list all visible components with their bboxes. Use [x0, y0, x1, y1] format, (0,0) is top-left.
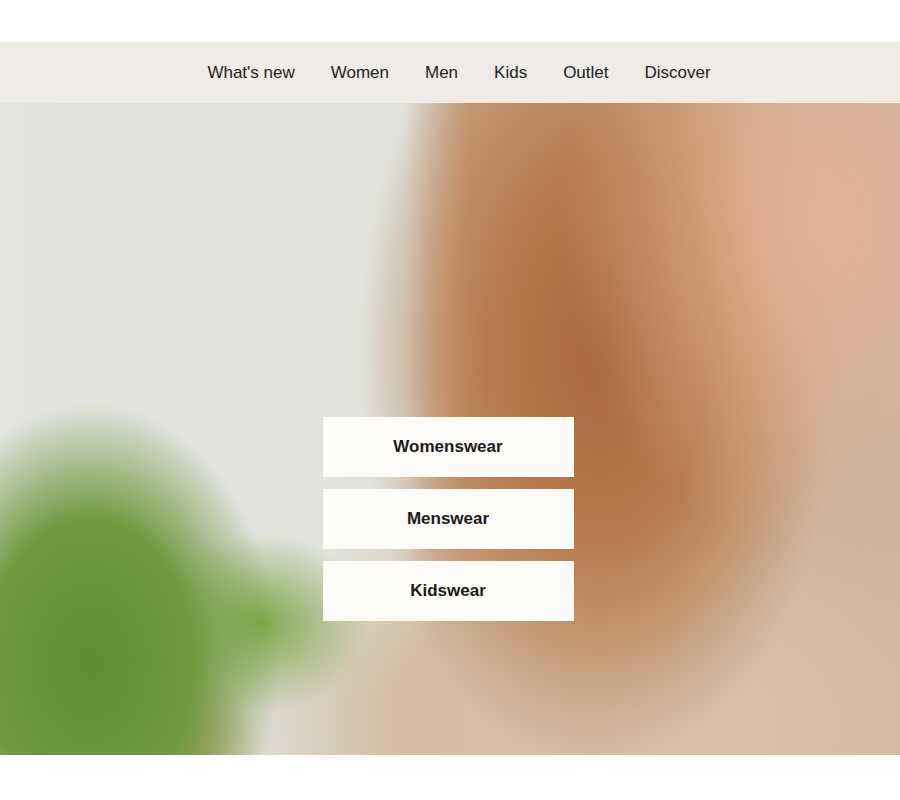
category-button[interactable]: Womenswear	[323, 417, 574, 477]
nav-item[interactable]: Discover	[645, 63, 711, 83]
category-button[interactable]: Kidswear	[323, 561, 574, 621]
hero-photo: Womenswear Menswear Kidswear	[0, 103, 900, 755]
page: What's new Women Men Kids Outlet Discover Wome…	[0, 0, 900, 800]
nav-item[interactable]: Women	[331, 63, 389, 83]
nav-item[interactable]: Men	[425, 63, 458, 83]
category-button[interactable]: Menswear	[323, 489, 574, 549]
nav-item[interactable]: What's new	[207, 63, 294, 83]
main-navigation: What's new Women Men Kids Outlet Discover	[0, 42, 900, 103]
bottom-strip	[0, 755, 900, 800]
nav-item[interactable]: Kids	[494, 63, 527, 83]
top-strip	[0, 0, 900, 42]
nav-item[interactable]: Outlet	[563, 63, 608, 83]
